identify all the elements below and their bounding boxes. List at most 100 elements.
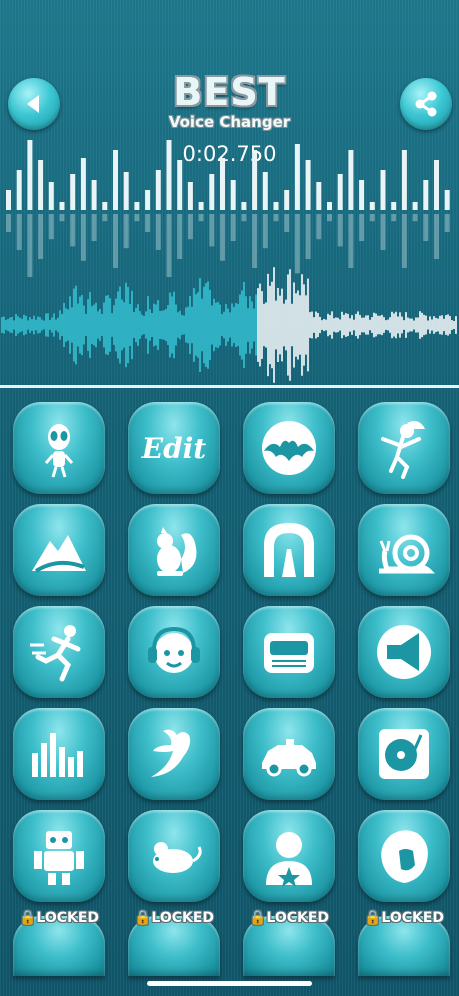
spectrum-bar	[380, 170, 386, 210]
effect-button-zombie[interactable]	[358, 402, 450, 494]
spectrum-reflection	[316, 214, 322, 240]
snail-icon	[379, 534, 435, 574]
audio-visualizer	[1, 140, 457, 383]
effect-button-equalizer[interactable]	[13, 708, 105, 800]
effect-button-squirrel[interactable]	[128, 504, 220, 596]
spectrum-bar	[220, 158, 225, 210]
spectrum-bar	[348, 150, 354, 210]
effect-button-kid[interactable]	[128, 606, 220, 698]
spectrum-bar	[187, 182, 193, 210]
locked-badge: 🔒LOCKED	[248, 910, 330, 926]
spectrum-reflection	[123, 214, 129, 249]
spectrum-reflection	[423, 214, 429, 241]
effect-button-fast[interactable]	[13, 606, 105, 698]
spectrum-reflection	[70, 214, 76, 247]
spectrum-reflection	[305, 214, 311, 259]
spectrum-reflection	[155, 214, 161, 250]
spectrum-bar	[434, 160, 439, 210]
spectrum-bar	[412, 202, 418, 210]
megaphone-icon	[377, 625, 431, 679]
effect-button-mouse[interactable]	[128, 810, 220, 902]
spectrum-reflection	[166, 214, 172, 277]
effect-button-snail[interactable]	[358, 504, 450, 596]
effect-button-robot[interactable]	[13, 810, 105, 902]
spectrum-bar	[337, 174, 343, 210]
effect-button-edit[interactable]: Edit	[128, 402, 220, 494]
spectrum-bar	[70, 174, 76, 210]
effect-button-bird[interactable]	[128, 708, 220, 800]
spectrum-reflection	[6, 214, 11, 232]
effect-button-lion[interactable]	[358, 810, 450, 902]
squirrel-icon	[157, 527, 197, 576]
spectrum-bar	[401, 150, 407, 210]
locked-badge: 🔒LOCKED	[133, 910, 215, 926]
kid-headphones-icon	[148, 626, 200, 673]
waveform	[1, 267, 457, 383]
spectrum-bar	[91, 180, 97, 210]
spectrum-reflection	[27, 214, 33, 277]
spectrum-bar	[359, 180, 365, 210]
spectrum-bar	[209, 174, 215, 210]
spectrum-reflection	[198, 214, 204, 222]
spectrum-bar	[16, 170, 22, 210]
spectrum-bar	[262, 172, 268, 210]
bird-icon	[151, 729, 191, 777]
effect-button-hero[interactable]	[243, 810, 335, 902]
spectrum-bar	[177, 160, 183, 210]
spectrum-bar	[48, 182, 54, 210]
spectrum-reflection	[38, 214, 44, 259]
spectrum-bar	[166, 140, 172, 210]
spectrum-bar	[102, 202, 108, 210]
spectrum-reflection	[187, 214, 193, 240]
spectrum-bar	[59, 202, 65, 210]
spectrum-bar	[369, 202, 375, 210]
home-indicator	[147, 981, 312, 986]
effect-button-alien[interactable]	[13, 402, 105, 494]
spectrum-reflection	[380, 214, 386, 250]
spectrum-reflection	[48, 214, 54, 240]
spectrum-reflection	[16, 214, 22, 250]
spectrum-bar	[391, 202, 397, 210]
lock-icon: 🔒	[18, 910, 37, 926]
lion-icon	[381, 830, 428, 883]
bat-icon	[262, 421, 316, 475]
locked-badge: 🔒LOCKED	[18, 910, 100, 926]
spectrum-reflection	[348, 214, 354, 268]
spectrum-bar	[316, 182, 322, 210]
spectrum-reflection	[113, 214, 118, 268]
equalizer-icon	[32, 733, 83, 777]
spectrum-bar	[6, 190, 11, 210]
spectrum-reflection	[230, 214, 236, 241]
spectrum-reflection	[412, 214, 418, 222]
robot-icon	[34, 831, 84, 885]
hero-icon	[266, 832, 312, 887]
effect-button-megaphone[interactable]	[358, 606, 450, 698]
spectrum-bar	[198, 202, 204, 210]
spectrum-bar	[305, 160, 311, 210]
locked-badge: 🔒LOCKED	[363, 910, 445, 926]
spectrum-reflection	[91, 214, 97, 241]
spectrum-reflection	[209, 214, 215, 247]
running-man-icon	[30, 625, 81, 682]
lock-icon: 🔒	[363, 910, 382, 926]
spectrum-bar	[145, 190, 151, 210]
spectrum-reflection	[434, 214, 439, 259]
spectrum-reflection	[177, 214, 183, 259]
effect-button-mountain[interactable]	[13, 504, 105, 596]
spectrum-reflection	[102, 214, 108, 222]
spectrum-reflection	[59, 214, 65, 222]
spectrum-bar	[294, 144, 300, 210]
spectrum-reflection	[220, 214, 225, 261]
spectrum-bar	[444, 190, 450, 210]
spectrum-reflection	[145, 214, 151, 232]
alien-icon	[44, 424, 74, 478]
effect-button-bat[interactable]	[243, 402, 335, 494]
effect-button-police[interactable]	[243, 708, 335, 800]
spectrum-bar	[123, 172, 129, 210]
spectrum-reflection	[241, 214, 247, 222]
lock-icon: 🔒	[133, 910, 152, 926]
spectrum-reflection	[284, 214, 290, 232]
effect-button-radio[interactable]	[243, 606, 335, 698]
effect-button-tunnel[interactable]	[243, 504, 335, 596]
effect-button-turntable[interactable]	[358, 708, 450, 800]
